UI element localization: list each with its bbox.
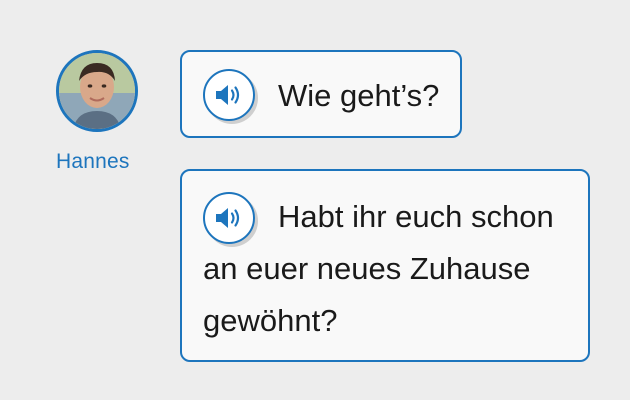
avatar xyxy=(56,50,138,132)
message-bubble: Wie geht’s? xyxy=(180,50,462,138)
message-bubble: Habt ihr euch schon an euer neues Zuhaus… xyxy=(180,169,590,362)
message-text: Habt ihr euch schon an euer neues Zuhaus… xyxy=(203,199,554,338)
message-text: Wie geht’s? xyxy=(278,78,440,113)
play-audio-button[interactable] xyxy=(203,69,255,121)
speaker-volume-icon xyxy=(216,85,240,105)
speaker-name: Hannes xyxy=(56,150,130,173)
